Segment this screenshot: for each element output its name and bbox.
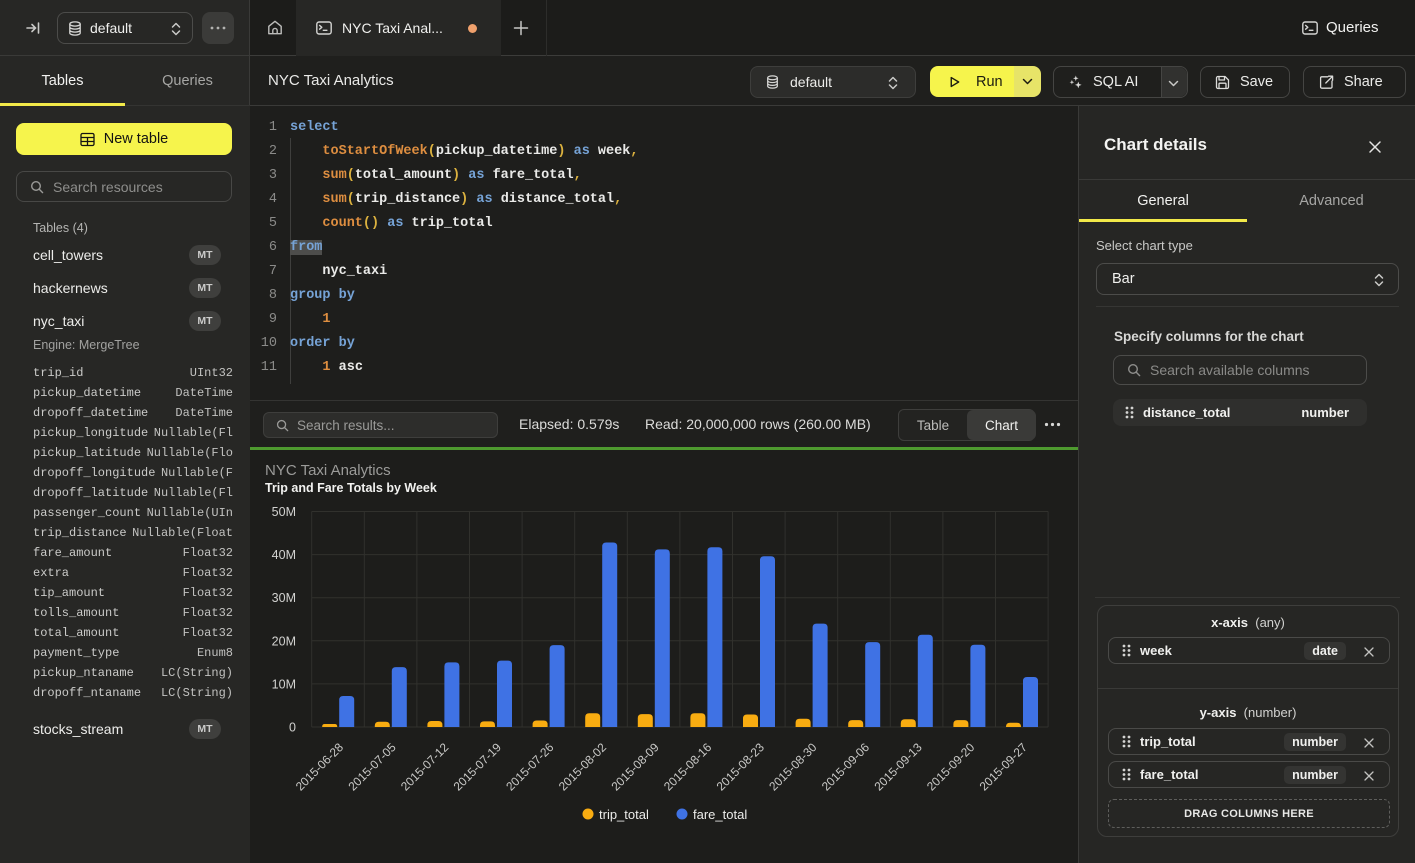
svg-text:2015-08-16: 2015-08-16 [661,740,715,794]
svg-text:2015-08-30: 2015-08-30 [766,740,820,794]
svg-text:50M: 50M [272,505,296,519]
svg-text:30M: 30M [272,591,296,605]
svg-text:40M: 40M [272,548,296,562]
svg-text:2015-07-05: 2015-07-05 [345,740,399,794]
svg-text:2015-06-28: 2015-06-28 [293,740,347,794]
svg-text:2015-09-13: 2015-09-13 [871,740,925,794]
svg-text:2015-08-09: 2015-08-09 [608,740,662,794]
svg-text:trip_total: trip_total [599,807,649,822]
svg-text:2015-07-26: 2015-07-26 [503,740,557,794]
svg-text:2015-08-02: 2015-08-02 [556,740,610,794]
svg-text:2015-09-27: 2015-09-27 [977,740,1031,794]
svg-text:10M: 10M [272,677,296,691]
svg-text:2015-09-06: 2015-09-06 [819,740,873,794]
svg-text:2015-07-12: 2015-07-12 [398,740,452,794]
svg-text:fare_total: fare_total [693,807,747,822]
svg-text:2015-08-23: 2015-08-23 [714,740,768,794]
svg-text:2015-09-20: 2015-09-20 [924,740,978,794]
svg-text:2015-07-19: 2015-07-19 [451,740,505,794]
svg-text:20M: 20M [272,634,296,648]
svg-text:0: 0 [289,721,296,735]
